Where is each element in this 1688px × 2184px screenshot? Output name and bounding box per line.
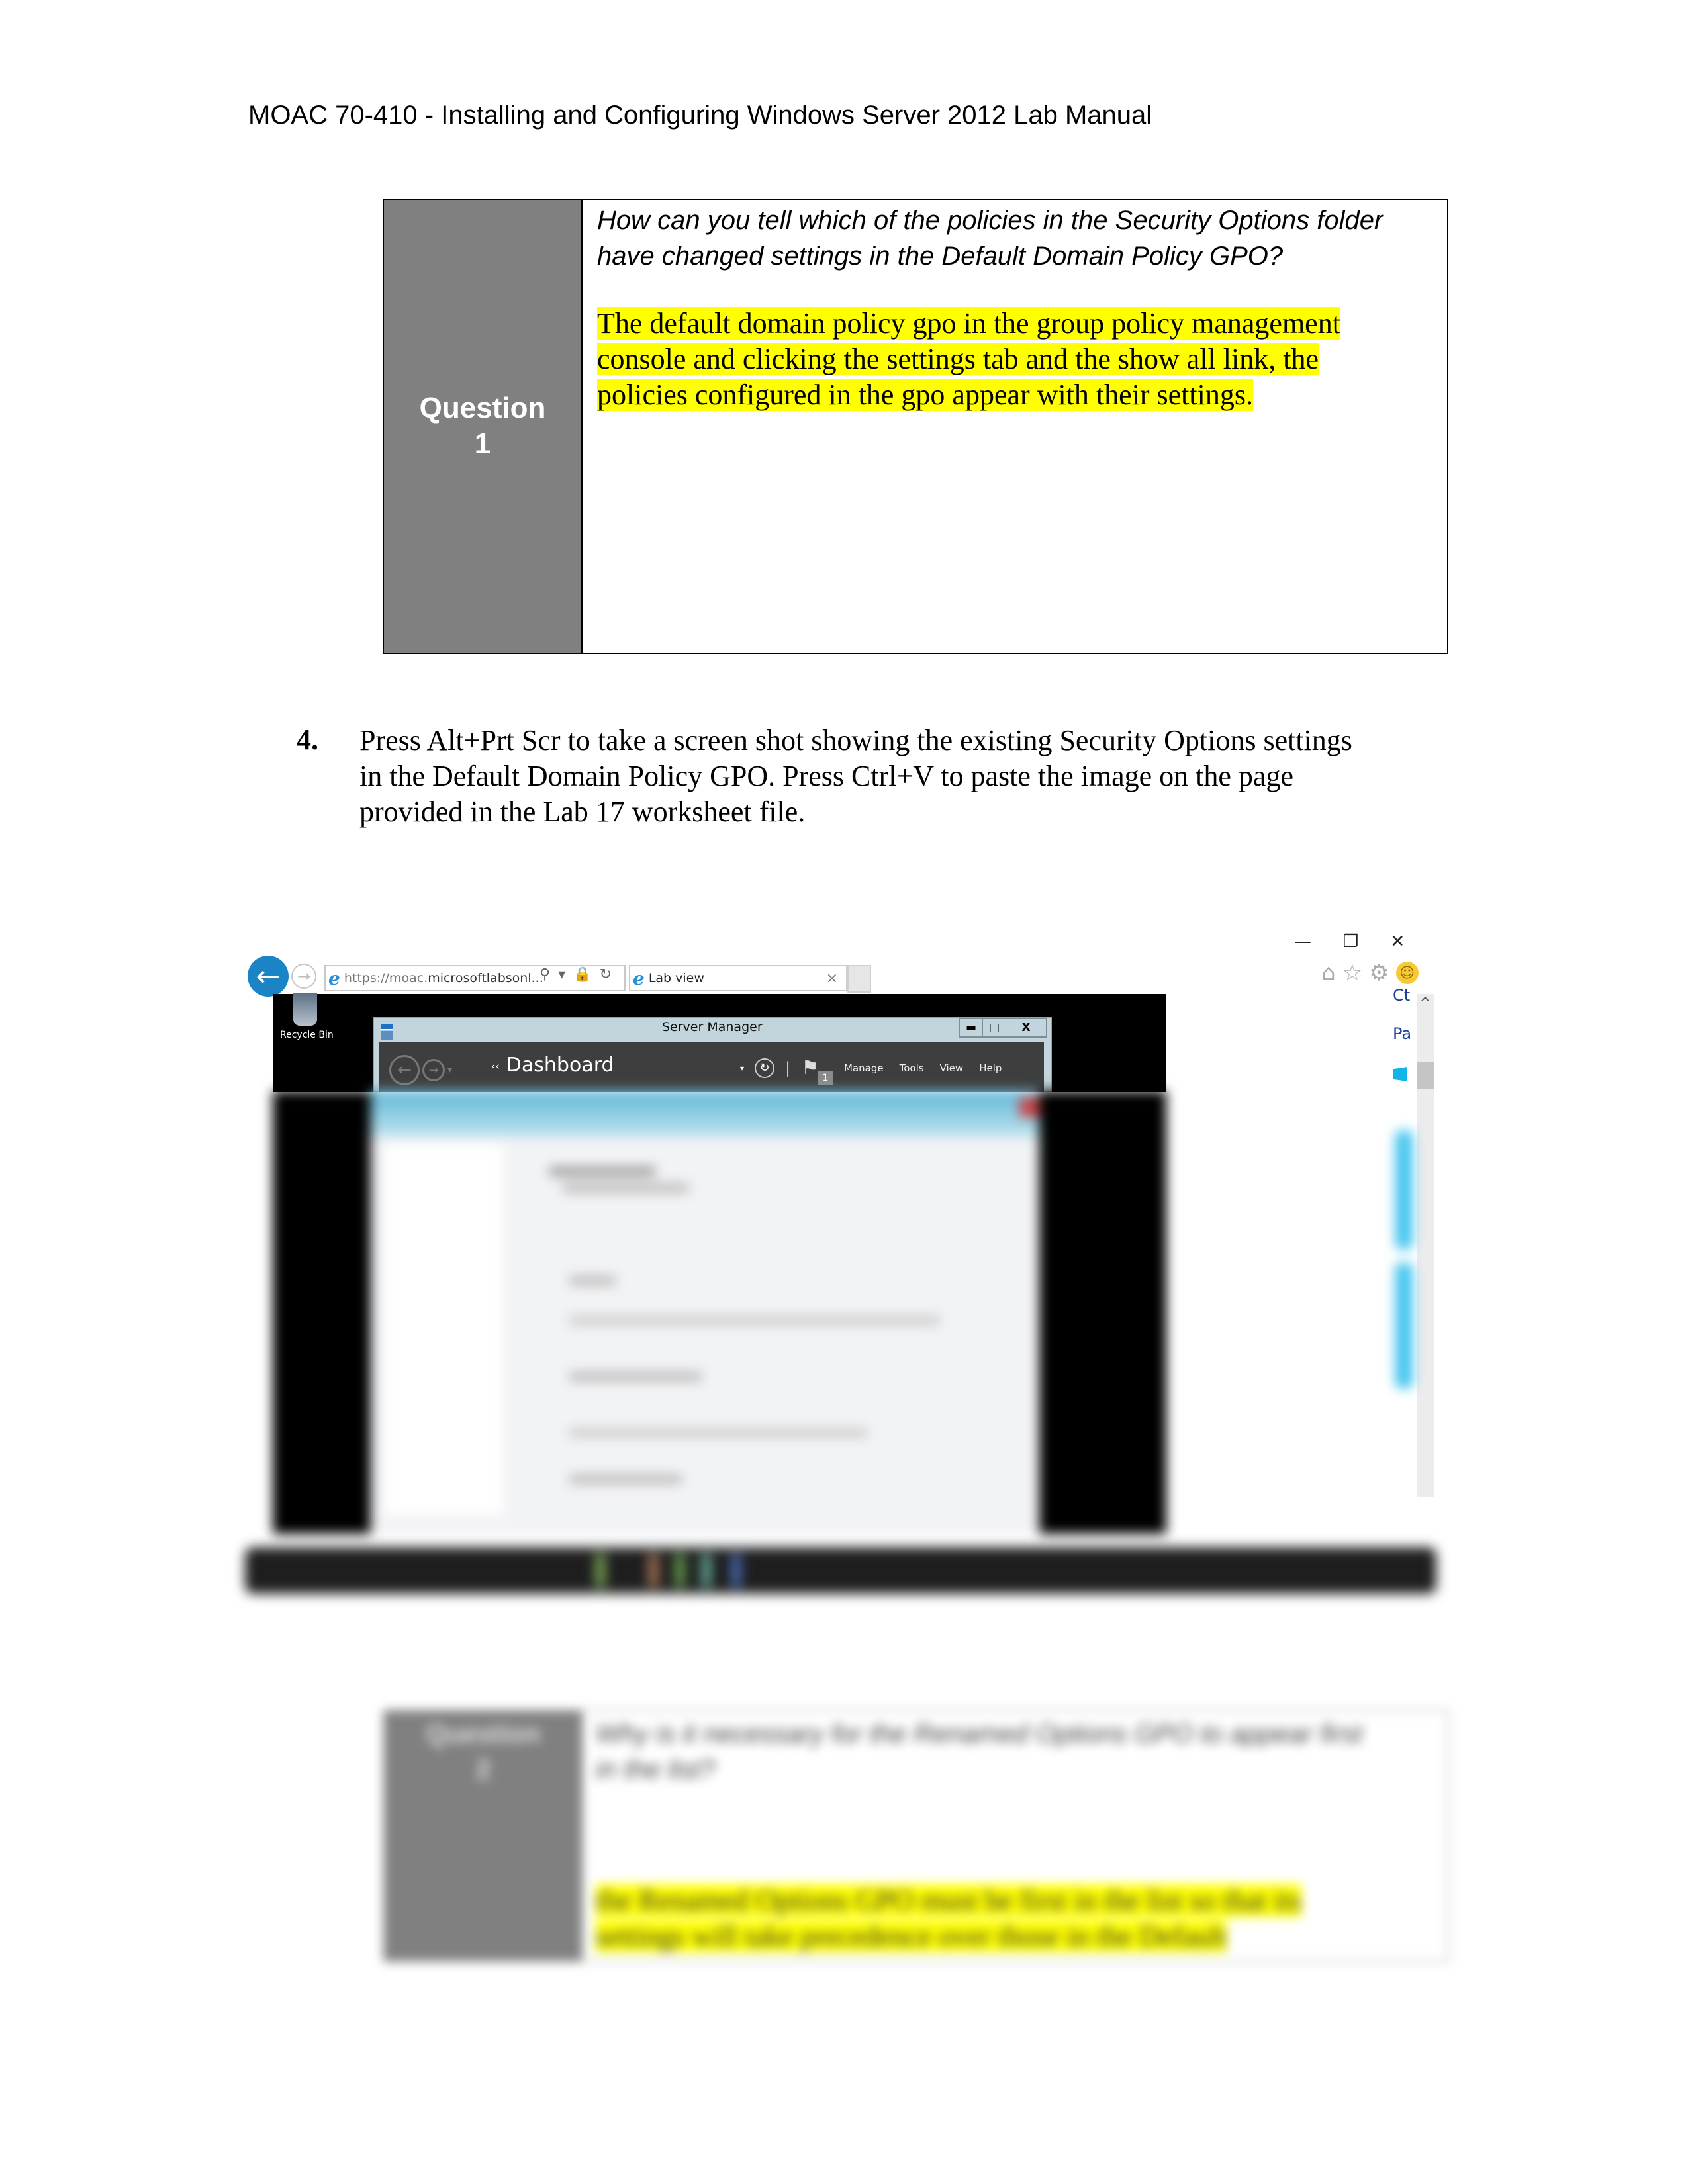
lock-icon: 🔒: [573, 966, 592, 983]
menu-view[interactable]: View: [940, 1062, 964, 1074]
maximize-icon[interactable]: □: [982, 1019, 1006, 1036]
browser-tab-lab-view[interactable]: e Lab view ×: [629, 965, 847, 991]
refresh-icon[interactable]: ↻: [755, 1058, 775, 1078]
recycle-bin-label: Recycle Bin: [280, 1030, 334, 1040]
side-panel-item[interactable]: Pa: [1393, 1024, 1411, 1043]
breadcrumb-chevron-icon: ‹‹: [491, 1060, 500, 1072]
breadcrumb-dashboard: Dashboard: [506, 1054, 614, 1077]
new-tab-button[interactable]: [847, 965, 871, 993]
minimize-icon[interactable]: —: [1294, 932, 1311, 952]
server-manager-title: Server Manager: [662, 1020, 763, 1034]
question-label-cell: Question 1: [384, 200, 583, 653]
document-header: MOAC 70-410 - Installing and Configuring…: [248, 101, 1152, 130]
dropdown-icon[interactable]: ▾: [558, 966, 565, 983]
search-icon[interactable]: ⚲: [539, 966, 550, 983]
favorites-star-icon[interactable]: ☆: [1342, 960, 1362, 986]
blurred-screenshot-content: [238, 1091, 1450, 1614]
address-bar-icons: ⚲ ▾ 🔒 ↻: [539, 966, 612, 983]
back-arrow-icon[interactable]: ←: [248, 956, 289, 997]
url-protocol: https://moac.: [344, 971, 428, 985]
ie-logo-icon: e: [633, 967, 645, 989]
answer-highlight: The default domain policy gpo in the gro…: [597, 307, 1340, 411]
restore-icon[interactable]: ❐: [1343, 932, 1358, 952]
separator: |: [785, 1058, 791, 1077]
dropdown-icon[interactable]: ▾: [740, 1064, 744, 1073]
minimize-icon[interactable]: ▬: [960, 1019, 982, 1036]
menu-help[interactable]: Help: [979, 1062, 1002, 1074]
answer-2-text: the Renamed Options GPO must be first in…: [596, 1883, 1377, 1954]
question-text: How can you tell which of the policies i…: [597, 206, 1383, 271]
history-dropdown-icon[interactable]: ▾: [447, 1065, 452, 1075]
menu-tools[interactable]: Tools: [900, 1062, 924, 1074]
step-number: 4.: [297, 723, 318, 756]
question-2-text: Why is it necessary for the Renamed Opti…: [596, 1719, 1363, 1784]
question-2-label: Question 2: [404, 1716, 563, 1788]
browser-toolbar-icons: ⌂ ☆ ⚙ ☺: [1321, 960, 1419, 986]
server-manager-window-controls: ▬ □ X: [959, 1018, 1047, 1038]
close-tab-icon[interactable]: ×: [826, 970, 838, 987]
back-arrow-icon[interactable]: ←: [389, 1055, 420, 1085]
question-label-word: Question: [419, 392, 546, 424]
forward-arrow-icon[interactable]: →: [291, 964, 316, 989]
browser-window-controls: — ❐ ✕: [1294, 932, 1405, 952]
question-label-number: 1: [474, 428, 491, 460]
tab-label: Lab view: [648, 971, 704, 985]
ie-logo-icon: e: [328, 967, 340, 989]
question-body-cell: How can you tell which of the policies i…: [583, 200, 1447, 653]
windows-logo-icon[interactable]: [1393, 1067, 1407, 1081]
server-manager-actions: ▾ ↻ | ⚑ Manage Tools View Help: [740, 1056, 1002, 1079]
recycle-bin-icon[interactable]: [289, 993, 322, 1030]
step-instruction: Press Alt+Prt Scr to take a screen shot …: [359, 724, 1352, 828]
notifications-flag-icon[interactable]: ⚑: [801, 1056, 819, 1079]
question-label-number: 2: [475, 1755, 491, 1784]
question-2-table-blurred: Question 2 Why is it necessary for the R…: [377, 1704, 1456, 1969]
server-manager-app-icon: [381, 1024, 393, 1040]
settings-gear-icon[interactable]: ⚙: [1369, 960, 1389, 986]
answer-highlight: the Renamed Options GPO must be first in…: [596, 1884, 1301, 1952]
answer-text: The default domain policy gpo in the gro…: [597, 306, 1378, 413]
refresh-icon[interactable]: ↻: [600, 966, 612, 983]
scroll-up-icon[interactable]: ^: [1417, 995, 1434, 1012]
home-icon[interactable]: ⌂: [1321, 960, 1336, 986]
question-1-table: Question 1 How can you tell which of the…: [383, 199, 1448, 654]
scrollbar-thumb[interactable]: [1417, 1062, 1434, 1089]
url-domain: microsoftlabsonl...: [428, 971, 543, 985]
close-icon[interactable]: ✕: [1390, 932, 1405, 952]
notification-count-badge: 1: [818, 1071, 833, 1085]
server-manager-nav: ← → ▾: [389, 1055, 452, 1085]
feedback-smiley-icon[interactable]: ☺: [1395, 962, 1419, 984]
question-label-word: Question: [426, 1719, 541, 1749]
forward-arrow-icon[interactable]: →: [422, 1059, 445, 1081]
close-icon[interactable]: X: [1006, 1019, 1046, 1036]
side-panel-item[interactable]: Ct: [1393, 986, 1410, 1005]
menu-manage[interactable]: Manage: [844, 1062, 884, 1074]
breadcrumb: ‹‹ Dashboard: [491, 1054, 614, 1077]
